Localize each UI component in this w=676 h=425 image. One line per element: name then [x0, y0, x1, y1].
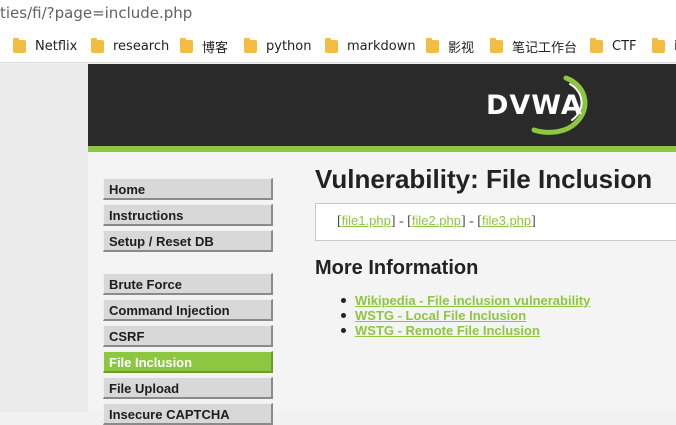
- address-bar[interactable]: ties/fi/?page=include.php: [0, 0, 676, 28]
- menu-file-upload[interactable]: File Upload: [103, 377, 273, 399]
- menu-file-inclusion[interactable]: File Inclusion: [103, 351, 273, 373]
- bookmark-ctf[interactable]: CTF: [590, 36, 637, 56]
- bookmark-label: research: [113, 38, 170, 54]
- bookmark-label: Netflix: [35, 38, 78, 54]
- bookmark-markdown[interactable]: markdown: [325, 36, 416, 56]
- bookmark-label: markdown: [347, 38, 416, 54]
- folder-icon: [180, 37, 193, 53]
- dvwa-logo: DVWA: [484, 72, 594, 136]
- bookmark-label: 博客: [202, 40, 229, 56]
- menu-insecure-captcha[interactable]: Insecure CAPTCHA: [103, 403, 273, 425]
- list-item: WSTG - Remote File Inclusion: [341, 323, 590, 338]
- bookmark-netflix[interactable]: Netflix: [13, 36, 77, 56]
- folder-icon: [490, 37, 503, 53]
- bookmark-python[interactable]: python: [244, 36, 311, 56]
- bookmark-blog[interactable]: 博客: [180, 36, 228, 56]
- bookmarks-bar: Netflix research 博客 python markdown 影视 笔…: [0, 28, 676, 63]
- wstg-lfi-link[interactable]: WSTG - Local File Inclusion: [355, 308, 526, 323]
- folder-icon: [590, 37, 603, 53]
- bracket-text: ]: [531, 214, 536, 229]
- bookmark-label: 笔记工作台: [512, 40, 578, 56]
- bookmark-label: CTF: [612, 38, 637, 54]
- folder-icon: [91, 37, 104, 53]
- menu-home[interactable]: Home: [103, 178, 273, 200]
- file-links-box: [file1.php] - [file2.php] - [file3.php]: [315, 203, 676, 241]
- bookmark-truncated[interactable]: i: [652, 36, 676, 56]
- separator-text: ] - [: [390, 214, 412, 229]
- bookmark-label: python: [266, 38, 312, 54]
- menu-command-injection[interactable]: Command Injection: [103, 299, 273, 321]
- bookmark-movies[interactable]: 影视: [426, 36, 474, 56]
- folder-icon: [325, 37, 338, 53]
- bookmark-research[interactable]: research: [91, 36, 169, 56]
- file2-link[interactable]: file2.php: [412, 213, 461, 228]
- menu-instructions[interactable]: Instructions: [103, 204, 273, 226]
- folder-icon: [426, 37, 439, 53]
- menu-setup-reset-db[interactable]: Setup / Reset DB: [103, 230, 273, 252]
- folder-icon: [652, 37, 665, 53]
- separator-text: ] - [: [460, 214, 482, 229]
- menu-brute-force[interactable]: Brute Force: [103, 273, 273, 295]
- more-info-heading: More Information: [315, 257, 479, 279]
- file1-link[interactable]: file1.php: [342, 213, 391, 228]
- wstg-rfi-link[interactable]: WSTG - Remote File Inclusion: [355, 323, 540, 338]
- file3-link[interactable]: file3.php: [482, 213, 531, 228]
- page-title: Vulnerability: File Inclusion: [315, 164, 653, 194]
- logo-text: DVWA: [486, 90, 583, 121]
- page-left-margin: [0, 64, 88, 412]
- list-item: WSTG - Local File Inclusion: [341, 308, 590, 323]
- folder-icon: [244, 37, 257, 53]
- url-text[interactable]: ties/fi/?page=include.php: [0, 4, 192, 22]
- list-item: Wikipedia - File inclusion vulnerability: [341, 293, 590, 308]
- menu-csrf[interactable]: CSRF: [103, 325, 273, 347]
- bookmark-label: 影视: [448, 40, 475, 56]
- more-info-list: Wikipedia - File inclusion vulnerability…: [341, 293, 590, 338]
- wikipedia-link[interactable]: Wikipedia - File inclusion vulnerability: [355, 293, 590, 308]
- folder-icon: [13, 37, 26, 53]
- bookmark-notes-workbench[interactable]: 笔记工作台: [490, 36, 577, 56]
